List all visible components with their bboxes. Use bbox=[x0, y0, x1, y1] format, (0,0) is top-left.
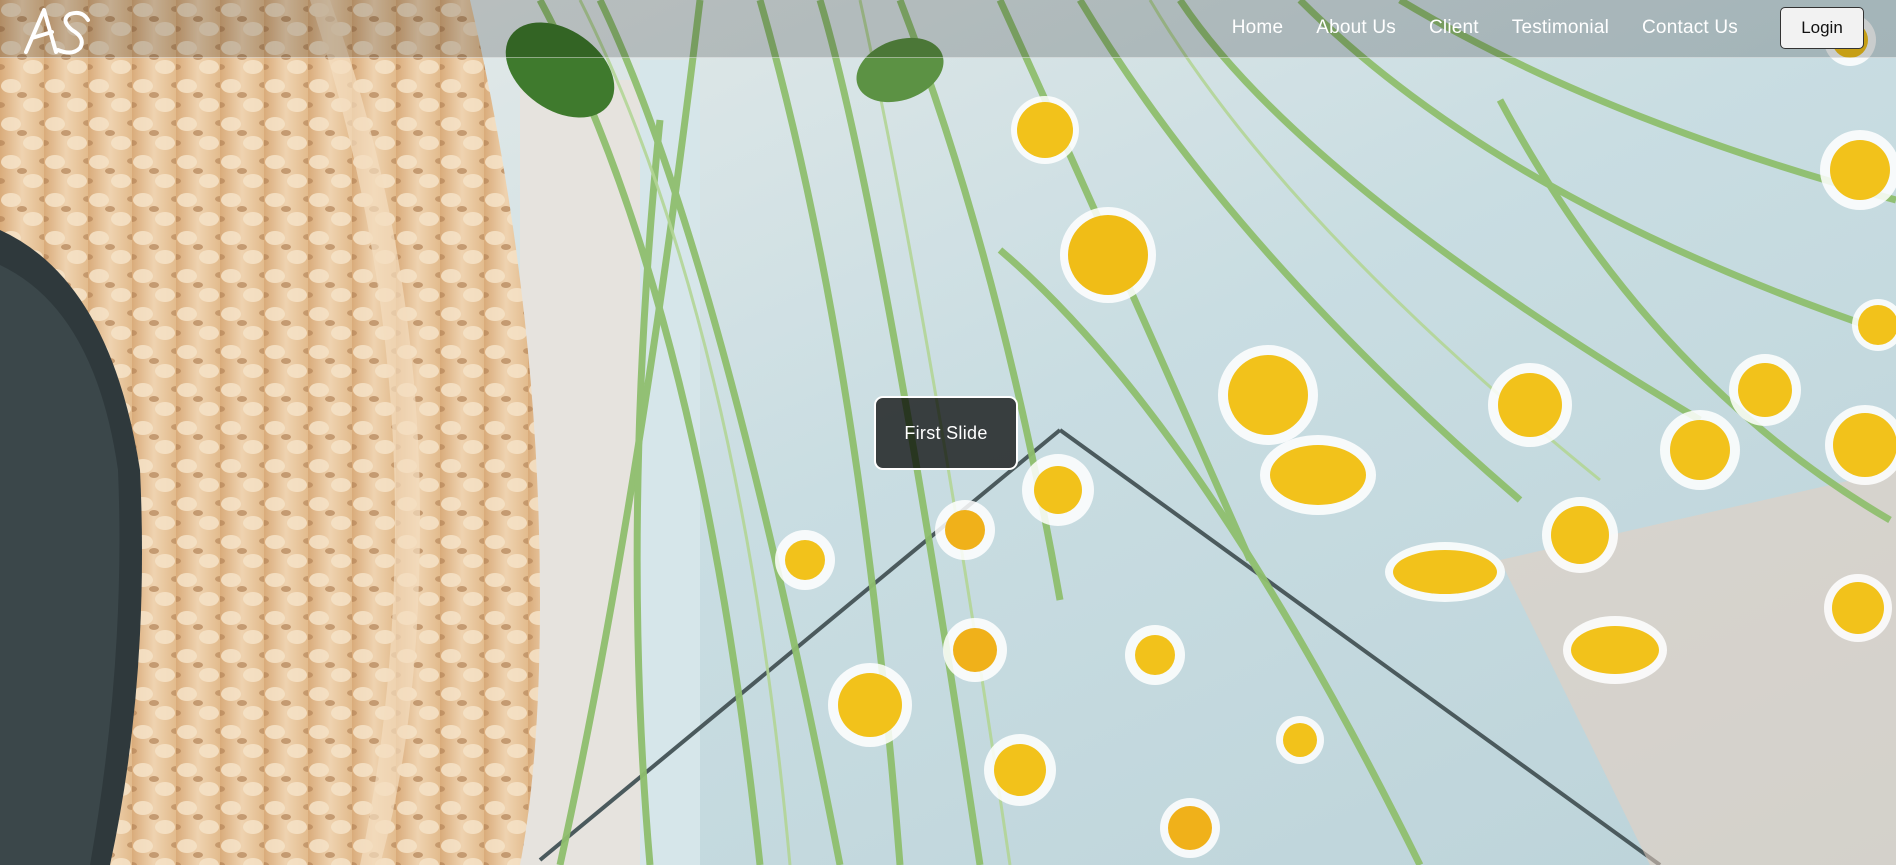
brand-logo-icon bbox=[24, 8, 90, 55]
nav-link-contact-us[interactable]: Contact Us bbox=[1642, 17, 1738, 39]
top-navbar: Home About Us Client Testimonial Contact… bbox=[0, 0, 1896, 58]
nav-link-testimonial[interactable]: Testimonial bbox=[1512, 17, 1609, 39]
brand-logo[interactable] bbox=[22, 2, 94, 56]
login-button[interactable]: Login bbox=[1780, 7, 1864, 49]
carousel-slide-caption: First Slide bbox=[874, 396, 1018, 470]
nav-links: Home About Us Client Testimonial Contact… bbox=[1232, 0, 1738, 56]
nav-link-client[interactable]: Client bbox=[1429, 17, 1479, 39]
nav-link-about-us[interactable]: About Us bbox=[1316, 17, 1396, 39]
nav-link-home[interactable]: Home bbox=[1232, 17, 1283, 39]
